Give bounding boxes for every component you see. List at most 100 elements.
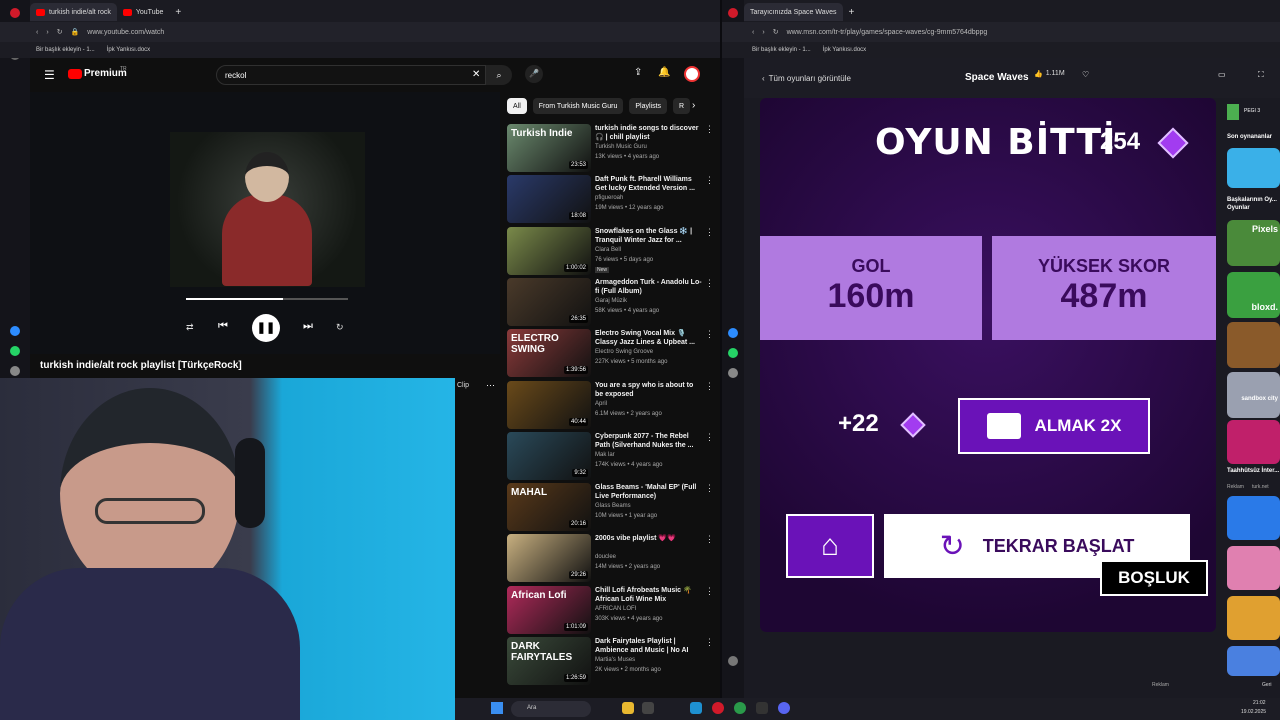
channel-name[interactable]: pfigueroah — [595, 195, 623, 201]
next-icon[interactable]: ⏭ — [303, 320, 313, 333]
theater-icon[interactable]: ▭ — [1218, 70, 1226, 79]
more-options-icon[interactable]: ⋮ — [705, 227, 714, 238]
recommended-video[interactable]: ELECTRO SWING 1:39:56 Electro Swing Vocal … — [507, 329, 717, 381]
game-thumb-sandbox-city[interactable]: sandbox city — [1227, 372, 1280, 418]
back-to-games-button[interactable]: ‹ Tüm oyunları görüntüle — [762, 69, 851, 87]
more-options-icon[interactable]: ⋮ — [705, 586, 714, 597]
video-thumbnail[interactable]: 1:00:02 — [507, 226, 591, 275]
progress-track[interactable] — [186, 298, 348, 300]
chip-playlists[interactable]: Playlists — [629, 98, 668, 114]
more-options-icon[interactable]: ⋮ — [705, 175, 714, 186]
search-input[interactable]: reckol — [225, 71, 246, 80]
more-options-icon[interactable]: ⋮ — [705, 432, 714, 443]
channel-name[interactable]: Electro Swing Groove — [595, 349, 653, 355]
recommended-video[interactable]: MAHAL 20:16 Glass Beams - 'Mahal EP' (Full… — [507, 483, 717, 535]
pause-button[interactable]: ❚❚ — [252, 314, 280, 342]
like-button[interactable]: 👍 1.11M — [1034, 70, 1065, 78]
reload-icon[interactable]: ↻ — [773, 28, 779, 36]
recommended-video[interactable]: Turkish Indie 23:53 turkish indie songs to… — [507, 124, 717, 176]
video-title[interactable]: Glass Beams - 'Mahal EP' (Full Live Perf… — [595, 483, 703, 501]
bookmark-item[interactable]: Bir başlık ekleyin - 1... — [752, 47, 811, 53]
recommended-video[interactable]: DARK FAIRYTALES 1:26:59 Dark Fairytales Pl… — [507, 637, 717, 689]
new-tab-button[interactable]: + — [169, 3, 187, 21]
start-icon[interactable] — [491, 702, 503, 714]
game-thumb-pixels[interactable]: Pixels — [1227, 220, 1280, 266]
video-title[interactable]: Cyberpunk 2077 - The Rebel Path (Silverh… — [595, 432, 703, 450]
channel-name[interactable]: Glass Beams — [595, 503, 631, 509]
messenger-icon[interactable] — [10, 326, 20, 336]
recommended-video[interactable]: 29:26 2000s vibe playlist 💗💗 douclee 14M vi… — [507, 534, 717, 586]
more-options-icon[interactable]: ⋮ — [705, 637, 714, 648]
more-options-icon[interactable]: ⋮ — [705, 381, 714, 392]
recommended-video[interactable]: African Lofi 1:01:09 Chill Lofi Afrobeats … — [507, 585, 717, 638]
chrome-icon[interactable] — [734, 702, 746, 714]
repeat-icon[interactable]: ↻ — [336, 322, 344, 333]
file-explorer-icon[interactable] — [622, 702, 634, 714]
channel-name[interactable]: AFRICAN LOFI — [595, 606, 636, 612]
history-icon[interactable] — [728, 656, 738, 666]
more-options-icon[interactable]: ⋮ — [705, 534, 714, 545]
shuffle-icon[interactable]: ⇄ — [186, 322, 194, 333]
menu-icon[interactable]: ☰ — [44, 68, 55, 82]
recommended-video[interactable]: 18:08 Daft Punk ft. Pharell Williams Get … — [507, 175, 717, 227]
more-options-icon[interactable]: ⋮ — [705, 329, 714, 340]
more-options-icon[interactable]: ⋮ — [705, 124, 714, 135]
channel-name[interactable]: Martia's Muses — [595, 657, 635, 663]
reload-icon[interactable]: ↻ — [57, 28, 63, 36]
search-box[interactable]: reckol ✕ — [216, 65, 486, 85]
taskbar-search[interactable]: Ara — [511, 701, 591, 717]
more-actions-icon[interactable]: ⋯ — [486, 380, 495, 391]
recommended-video[interactable]: 26:35 Armageddon Turk - Anadolu Lo-fi (Fu… — [507, 277, 717, 330]
whatsapp-icon[interactable] — [10, 346, 20, 356]
clip-button[interactable]: Clip — [457, 382, 469, 389]
video-thumbnail[interactable]: 18:08 — [507, 175, 591, 224]
url-field[interactable]: www.msn.com/tr-tr/play/games/space-waves… — [787, 29, 988, 36]
youtube-logo-icon[interactable] — [68, 69, 82, 79]
chip-turkish-music-guru[interactable]: From Turkish Music Guru — [532, 98, 624, 114]
back-link[interactable]: Geri — [1262, 682, 1271, 688]
game-thumb[interactable] — [1227, 322, 1280, 368]
app-icon[interactable] — [756, 702, 768, 714]
bookmark-item[interactable]: İpk Yankısı.docx — [823, 47, 866, 53]
channel-name[interactable]: Garaj Müzik — [595, 298, 627, 304]
game-thumb-bloxd[interactable]: bloxd. — [1227, 272, 1280, 318]
video-player[interactable]: ⇄ ⏮ ❚❚ ⏭ ↻ — [30, 92, 500, 354]
more-options-icon[interactable]: ⋮ — [705, 278, 714, 289]
upload-icon[interactable]: ⇪ — [634, 67, 642, 78]
dislike-icon[interactable]: ♡ — [1082, 70, 1089, 79]
video-title[interactable]: Snowflakes on the Glass ❄️ | Tranquil Wi… — [595, 227, 703, 245]
video-thumbnail[interactable]: Turkish Indie 23:53 — [507, 124, 591, 172]
opera-logo-icon[interactable] — [728, 8, 738, 18]
video-thumbnail[interactable]: African Lofi 1:01:09 — [507, 585, 591, 634]
video-title[interactable]: Dark Fairytales Playlist | Ambience and … — [595, 637, 703, 655]
previous-icon[interactable]: ⏮ — [218, 320, 228, 333]
recommended-video[interactable]: 1:00:02 Snowflakes on the Glass ❄️ | Tran… — [507, 226, 717, 279]
game-thumb[interactable] — [1227, 148, 1280, 188]
video-title[interactable]: Electro Swing Vocal Mix 🎙️ Classy Jazz L… — [595, 329, 703, 347]
video-title[interactable]: Daft Punk ft. Pharell Williams Get lucky… — [595, 175, 703, 193]
messenger-icon[interactable] — [728, 328, 738, 338]
heart-icon[interactable] — [10, 366, 20, 376]
video-thumbnail[interactable]: MAHAL 20:16 — [507, 483, 591, 532]
tab-space-waves[interactable]: Tarayıcınızda Space Waves — [744, 3, 843, 21]
discord-icon[interactable] — [778, 702, 790, 714]
mic-icon[interactable]: 🎤 — [525, 65, 543, 83]
whatsapp-icon[interactable] — [728, 348, 738, 358]
game-thumb[interactable] — [1227, 646, 1280, 676]
bookmark-item[interactable]: İpk Yankısı.docx — [107, 47, 150, 53]
tab-youtube[interactable]: YouTube — [117, 3, 170, 21]
bookmark-item[interactable]: Bir başlık ekleyin - 1... — [36, 47, 95, 53]
video-thumbnail[interactable]: 29:26 — [507, 534, 591, 583]
opera-logo-icon[interactable] — [10, 8, 20, 18]
video-thumbnail[interactable]: 9:32 — [507, 431, 591, 480]
chip-more[interactable]: R — [673, 98, 691, 114]
game-thumb[interactable] — [1227, 596, 1280, 640]
url-field[interactable]: www.youtube.com/watch — [87, 29, 164, 36]
recommended-video[interactable]: 9:32 Cyberpunk 2077 - The Rebel Path (Sil… — [507, 431, 717, 484]
video-title[interactable]: Chill Lofi Afrobeats Music 🌴 African Lof… — [595, 586, 703, 604]
home-button[interactable]: ⌂ — [786, 514, 874, 578]
channel-name[interactable]: April — [595, 401, 607, 407]
game-thumb[interactable] — [1227, 546, 1280, 590]
opera-icon[interactable] — [712, 702, 724, 714]
recommended-video[interactable]: 40:44 You are a spy who is about to be ex… — [507, 380, 717, 433]
